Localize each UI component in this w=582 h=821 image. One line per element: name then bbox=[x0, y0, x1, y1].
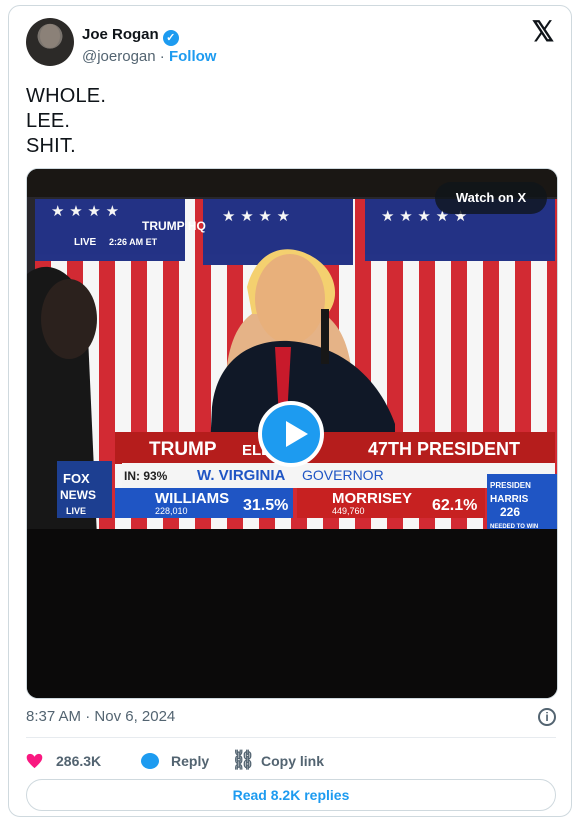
video-text-fox-live: LIVE bbox=[66, 506, 86, 516]
video-text-live-label: LIVE bbox=[74, 237, 97, 248]
avatar[interactable] bbox=[26, 18, 74, 66]
tweet-line: SHIT. bbox=[26, 135, 76, 157]
date-separator: · bbox=[85, 708, 91, 725]
like-count: 286.3K bbox=[56, 753, 102, 769]
author-name[interactable]: Joe Rogan ✓ bbox=[82, 26, 179, 46]
video-text-candidate-1-name: WILLIAMS bbox=[155, 490, 229, 507]
x-logo-icon[interactable]: 𝕏 bbox=[531, 18, 555, 46]
video-text-race-title: W. VIRGINIA bbox=[197, 467, 286, 484]
video-text-candidate-1-pct: 31.5% bbox=[243, 497, 288, 514]
video-text-race-office: GOVERNOR bbox=[302, 467, 384, 483]
tweet-line: LEE. bbox=[26, 110, 71, 132]
link-icon: ⛓ bbox=[231, 750, 256, 771]
video-text-headline-left: TRUMP bbox=[149, 439, 217, 460]
play-button[interactable] bbox=[258, 401, 324, 467]
svg-text:★ ★ ★ ★: ★ ★ ★ ★ bbox=[222, 207, 290, 225]
video-text-candidate-1-votes: 228,010 bbox=[155, 506, 188, 516]
watch-on-x-button[interactable]: Watch on X bbox=[435, 182, 547, 214]
video-text-fox-bottom: NEWS bbox=[60, 488, 96, 502]
video-text-live-time: 2:26 AM ET bbox=[109, 237, 158, 247]
video-text-side-note: NEEDED TO WIN bbox=[490, 524, 538, 530]
action-bar: 286.3K Reply ⛓ Copy link bbox=[26, 749, 556, 773]
author-handle[interactable]: @joerogan bbox=[82, 48, 156, 65]
timestamp-row: 8:37 AM · Nov 6, 2024 i bbox=[26, 708, 556, 730]
heart-icon bbox=[26, 753, 43, 769]
tweet-line: WHOLE. bbox=[26, 85, 107, 107]
copy-link-label: Copy link bbox=[261, 753, 325, 769]
video-text-candidate-2-pct: 62.1% bbox=[432, 497, 477, 514]
tweet-text: WHOLE. LEE. SHIT. bbox=[26, 84, 106, 159]
video-text-side-heading: PRESIDEN bbox=[490, 481, 531, 490]
video-text-headline-right: 47TH PRESIDENT bbox=[368, 439, 520, 459]
video-text-candidate-2-votes: 449,760 bbox=[332, 506, 365, 516]
tweet-card: Joe Rogan ✓ @joerogan · Follow 𝕏 WHOLE. L… bbox=[8, 5, 572, 817]
video-text-side-value: 226 bbox=[500, 505, 520, 519]
svg-text:★ ★ ★ ★: ★ ★ ★ ★ bbox=[51, 202, 119, 220]
video-text-network-badge: TRUMP HQ bbox=[142, 219, 206, 233]
info-icon[interactable]: i bbox=[538, 708, 556, 726]
video-text-fox-top: FOX bbox=[63, 471, 90, 486]
post-date[interactable]: Nov 6, 2024 bbox=[94, 708, 175, 725]
video-text-side-name: HARRIS bbox=[490, 494, 529, 505]
video-player[interactable]: ★ ★ ★ ★ ★ ★ ★ ★ ★ ★ ★ ★ ★ TRUMP HQ LIVE … bbox=[26, 168, 558, 699]
read-replies-button[interactable]: Read 8.2K replies bbox=[26, 779, 556, 811]
reply-bubble-icon bbox=[141, 753, 159, 769]
copy-link-button[interactable]: ⛓ Copy link bbox=[231, 749, 341, 773]
reply-label: Reply bbox=[171, 753, 210, 769]
video-text-candidate-2-name: MORRISEY bbox=[332, 490, 412, 507]
video-text-reporting: IN: 93% bbox=[124, 469, 168, 483]
like-button[interactable]: 286.3K bbox=[26, 749, 116, 773]
post-time[interactable]: 8:37 AM bbox=[26, 708, 81, 725]
divider bbox=[26, 737, 556, 738]
handle-separator: · bbox=[159, 48, 165, 65]
reply-button[interactable]: Reply bbox=[141, 749, 221, 773]
author-handle-row: @joerogan · Follow bbox=[82, 48, 216, 65]
verified-badge-icon: ✓ bbox=[162, 30, 179, 46]
follow-button[interactable]: Follow bbox=[169, 48, 217, 65]
